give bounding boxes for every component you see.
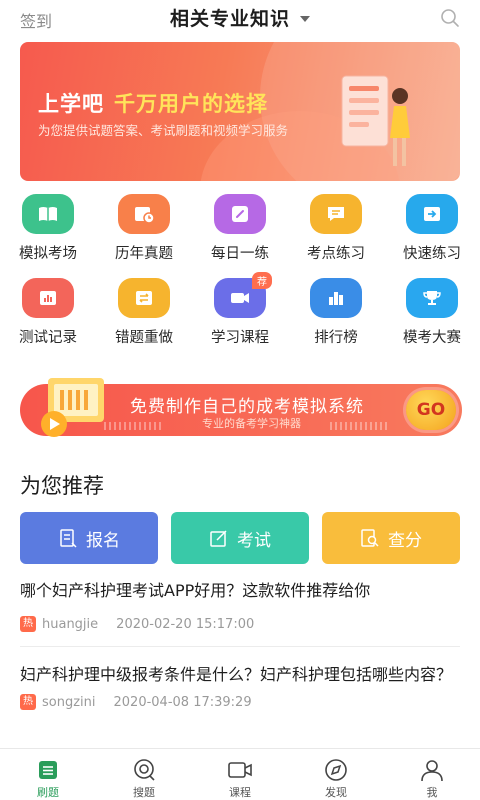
book-icon[interactable] [22,194,74,234]
feature-test-records[interactable]: 测试记录 [0,278,96,347]
chevron-down-icon[interactable] [300,15,310,22]
feature-label: 模考大赛 [403,330,461,346]
exam-label: 考试 [237,530,271,551]
tab-label: 发现 [325,786,347,799]
tab-label: 我 [426,786,438,799]
feature-leaderboard[interactable]: 排行榜 [288,278,384,347]
score-search-icon [361,529,379,547]
hot-badge: 热 [20,616,36,632]
recommend-heading: 为您推荐 [20,474,104,498]
feature-label: 排行榜 [314,330,358,346]
article-author: songzini [42,694,96,710]
feature-label: 考点练习 [307,246,365,262]
recommend-badge: 荐 [252,272,272,289]
video-board-icon [41,378,104,437]
hot-badge: 热 [20,694,36,710]
banner-title-highlight: 千万用户的选择 [114,92,268,116]
tab-label: 搜题 [133,786,155,799]
user-icon [421,760,443,782]
tab-course[interactable]: 课程 [208,757,272,800]
feature-label: 学习课程 [211,330,269,346]
article-meta: 热 songzini 2020-04-08 17:39:29 [20,694,460,710]
signup-label: 报名 [86,530,120,551]
article-item[interactable]: 哪个妇产科护理考试APP好用？这款软件推荐给你 热 huangjie 2020-… [20,578,460,632]
promo-banner[interactable]: 上学吧 千万用户的选择 为您提供试题答案、考试刷题和视频学习服务 [20,42,460,181]
video-camera-icon [228,762,252,778]
list-icon [39,761,57,779]
promo-subtitle: 专业的备考学习神器 [202,417,301,430]
calendar-icon[interactable] [118,194,170,234]
promo-decoration [330,422,390,430]
feature-label: 每日一练 [211,246,269,262]
banner-title-prefix: 上学吧 [38,92,104,116]
divider [20,646,460,647]
form-icon [60,529,77,548]
edit-icon [210,530,227,547]
video-icon[interactable]: 荐 [214,272,272,318]
feature-mock-contest[interactable]: 模考大赛 [384,278,480,347]
exam-button[interactable]: 考试 [171,512,309,564]
banner-title: 上学吧 千万用户的选择 [38,88,268,118]
feature-row: 模拟考场 历年真题 每日一练 考点练习 快速练习 [0,194,480,278]
signup-button[interactable]: 报名 [20,512,158,564]
feature-label: 历年真题 [115,246,173,262]
feature-courses[interactable]: 荐 学习课程 [192,272,288,347]
page-title[interactable]: 相关专业知识 [170,8,290,30]
bar-icon[interactable] [310,278,362,318]
article-time: 2020-04-08 17:39:29 [113,694,252,710]
score-label: 查分 [388,530,422,551]
feature-daily-practice[interactable]: 每日一练 [192,194,288,263]
feature-label: 测试记录 [19,330,77,346]
feature-label: 错题重做 [115,330,173,346]
tab-label: 刷题 [37,786,59,799]
tab-discover[interactable]: 发现 [304,757,368,800]
search-icon[interactable] [440,8,460,28]
pencil-icon[interactable] [214,194,266,234]
header: 签到 相关专业知识 [0,0,480,36]
feature-label: 快速练习 [403,246,461,262]
arrow-icon[interactable] [406,194,458,234]
article-title[interactable]: 哪个妇产科护理考试APP好用？这款软件推荐给你 [20,578,460,604]
feature-mock-exam[interactable]: 模拟考场 [0,194,96,263]
tab-search[interactable]: 搜题 [112,757,176,800]
article-title[interactable]: 妇产科护理中级报考条件是什么？妇产科护理包括哪些内容？ [20,662,460,688]
article-time: 2020-02-20 15:17:00 [116,616,255,632]
tab-me[interactable]: 我 [400,757,464,800]
compass-icon [325,759,347,781]
mock-system-promo[interactable]: 免费制作自己的成考模拟系统 专业的备考学习神器 GO [20,378,462,437]
swap-icon[interactable] [118,278,170,318]
feature-keypoint-practice[interactable]: 考点练习 [288,194,384,263]
student-illustration [341,75,410,166]
subject-selector[interactable]: 相关专业知识 [0,4,480,31]
tab-home[interactable]: 刷题 [16,757,80,800]
banner-subtitle: 为您提供试题答案、考试刷题和视频学习服务 [38,123,289,138]
feature-grid: 模拟考场 历年真题 每日一练 考点练习 快速练习 测试记录 错题重做 荐 学习课… [0,194,480,362]
article-meta: 热 huangjie 2020-02-20 15:17:00 [20,616,460,632]
chat-icon[interactable] [310,194,362,234]
feature-redo-mistakes[interactable]: 错题重做 [96,278,192,347]
feature-past-papers[interactable]: 历年真题 [96,194,192,263]
feature-label: 模拟考场 [19,246,77,262]
search-question-icon [134,759,155,781]
feature-quick-practice[interactable]: 快速练习 [384,194,480,263]
article-author: huangjie [42,616,99,632]
article-item[interactable]: 妇产科护理中级报考条件是什么？妇产科护理包括哪些内容？ 热 songzini 2… [20,662,460,710]
go-button[interactable]: GO [406,390,456,430]
tab-label: 课程 [229,786,251,799]
bottom-tab-bar: 刷题 搜题 课程 发现 我 [0,748,480,800]
trophy-icon[interactable] [406,278,458,318]
promo-title: 免费制作自己的成考模拟系统 [130,397,364,417]
score-button[interactable]: 查分 [322,512,460,564]
feature-row: 测试记录 错题重做 荐 学习课程 排行榜 模考大赛 [0,272,480,362]
chart-icon[interactable] [22,278,74,318]
